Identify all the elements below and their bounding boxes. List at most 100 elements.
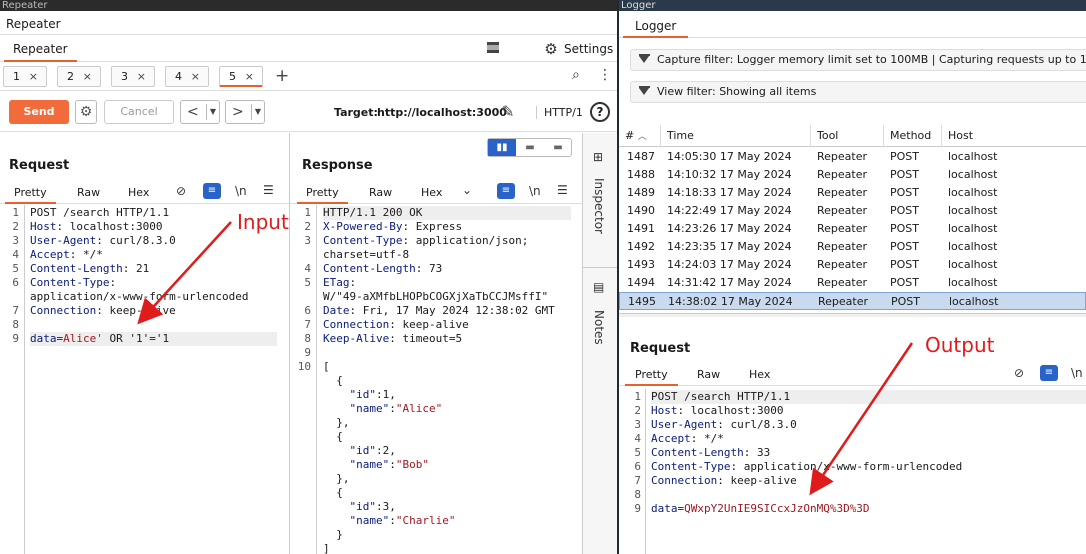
send-button[interactable]: Send bbox=[9, 100, 69, 124]
response-editor[interactable]: HTTP/1.1 200 OK X-Powered-By: Express Cont… bbox=[323, 206, 571, 554]
eye-slash-icon[interactable]: ⊘ bbox=[176, 184, 186, 198]
code-token: : curl/8.3.0 bbox=[96, 234, 176, 247]
menu-icon[interactable]: ☰ bbox=[263, 183, 274, 197]
tool-tab-repeater[interactable]: Repeater bbox=[4, 38, 77, 62]
help-icon[interactable]: ? bbox=[590, 102, 610, 122]
single-view-icon[interactable]: ▬ bbox=[544, 139, 572, 156]
search-icon[interactable]: ⌕ bbox=[572, 67, 580, 83]
close-icon[interactable]: × bbox=[191, 67, 200, 86]
code-token: OR '1'='1 bbox=[102, 332, 170, 345]
response-tab-raw[interactable]: Raw bbox=[369, 184, 392, 202]
menu-icon[interactable]: ☰ bbox=[557, 183, 568, 197]
add-tab-icon[interactable]: + bbox=[275, 66, 289, 86]
request-tab-pretty[interactable]: Pretty bbox=[5, 184, 56, 204]
request-tab-raw[interactable]: Raw bbox=[77, 184, 100, 202]
logger-request-tab-hex[interactable]: Hex bbox=[749, 366, 770, 384]
newline-toggle[interactable]: \n bbox=[1071, 366, 1083, 380]
table-row[interactable]: 1490 14:22:49 17 May 2024 Repeater POST loca… bbox=[619, 202, 1086, 220]
inspector-icon[interactable]: ⊞ bbox=[593, 150, 603, 164]
code-token: POST /search HTTP/1.1 bbox=[651, 390, 791, 403]
close-icon[interactable]: × bbox=[83, 67, 92, 86]
output-annotation: Output bbox=[925, 333, 995, 357]
column-header-id[interactable]: # ︿ bbox=[619, 125, 661, 147]
repeater-tab-5[interactable]: 5 × bbox=[219, 66, 263, 87]
repeater-tab-4[interactable]: 4 × bbox=[165, 66, 209, 87]
table-cell-tool: Repeater bbox=[817, 168, 868, 181]
logger-request-tab-raw[interactable]: Raw bbox=[697, 366, 720, 384]
table-row[interactable]: 1493 14:24:03 17 May 2024 Repeater POST loca… bbox=[619, 256, 1086, 274]
chevron-down-icon[interactable]: ▼ bbox=[250, 104, 261, 120]
table-row[interactable]: 1495 14:38:02 17 May 2024 Repeater POST loca… bbox=[619, 292, 1086, 310]
table-row[interactable]: 1492 14:23:35 17 May 2024 Repeater POST loca… bbox=[619, 238, 1086, 256]
logger-request-editor[interactable]: POST /search HTTP/1.1 Host: localhost:300… bbox=[651, 390, 1086, 516]
code-line: Accept: */* bbox=[651, 432, 1086, 446]
gear-icon[interactable]: ⚙ bbox=[543, 41, 559, 57]
table-row[interactable]: 1491 14:23:26 17 May 2024 Repeater POST loca… bbox=[619, 220, 1086, 238]
response-tab-pretty[interactable]: Pretty bbox=[297, 184, 348, 204]
column-header-tool[interactable]: Tool bbox=[811, 125, 884, 147]
repeater-window: Repeater Repeater Repeater ⚙ Settings 1 ×… bbox=[0, 0, 617, 554]
column-header-host[interactable]: Host bbox=[942, 125, 1086, 147]
code-token: "id" bbox=[349, 388, 377, 401]
layout-switcher[interactable]: ▮▮ ▬ ▬ bbox=[487, 138, 572, 157]
back-button[interactable]: < ▼ bbox=[180, 100, 220, 124]
column-header-method[interactable]: Method bbox=[884, 125, 942, 147]
more-options-icon[interactable]: ⋮ bbox=[598, 67, 612, 83]
code-line: "name":"Alice" bbox=[323, 402, 571, 416]
column-header-time[interactable]: Time bbox=[661, 125, 811, 147]
code-line: "id":1, bbox=[323, 388, 571, 402]
table-row[interactable]: 1494 14:31:42 17 May 2024 Repeater POST loca… bbox=[619, 274, 1086, 292]
forward-button[interactable]: > ▼ bbox=[225, 100, 265, 124]
wrap-lines-icon[interactable]: ≡ bbox=[1040, 365, 1058, 381]
logger-splitter[interactable] bbox=[619, 313, 1086, 317]
send-options-gear-icon[interactable]: ⚙ bbox=[75, 100, 97, 124]
table-cell-time: 14:23:26 17 May 2024 bbox=[667, 222, 792, 235]
layout-icon[interactable] bbox=[487, 42, 499, 53]
line-number bbox=[295, 542, 311, 554]
os-title-bar: Logger bbox=[619, 0, 1086, 11]
response-tab-hex[interactable]: Hex bbox=[421, 184, 442, 202]
notes-icon[interactable]: ▤ bbox=[593, 280, 604, 294]
repeater-tab-1[interactable]: 1 × bbox=[3, 66, 47, 87]
eye-slash-icon[interactable]: ⊘ bbox=[1014, 366, 1024, 380]
repeater-tab-2[interactable]: 2 × bbox=[57, 66, 101, 87]
table-cell-method: POST bbox=[890, 150, 919, 163]
target-url[interactable]: http://localhost:3000 bbox=[377, 106, 507, 119]
chevron-down-icon[interactable]: ⌄ bbox=[462, 183, 472, 197]
repeater-tab-3[interactable]: 3 × bbox=[111, 66, 155, 87]
line-number: 3 bbox=[304, 234, 311, 247]
newline-toggle[interactable]: \n bbox=[529, 184, 541, 198]
request-tab-hex[interactable]: Hex bbox=[128, 184, 149, 202]
inspector-tab[interactable]: Inspector bbox=[592, 178, 606, 234]
table-row[interactable]: 1489 14:18:33 17 May 2024 Repeater POST loca… bbox=[619, 184, 1086, 202]
table-row[interactable]: 1488 14:10:32 17 May 2024 Repeater POST loca… bbox=[619, 166, 1086, 184]
code-token: : application/json; bbox=[402, 234, 529, 247]
code-token: { bbox=[323, 430, 343, 443]
table-cell-tool: Repeater bbox=[818, 295, 869, 308]
capture-filter-bar[interactable]: Capture filter: Logger memory limit set … bbox=[630, 49, 1086, 71]
notes-tab[interactable]: Notes bbox=[592, 310, 606, 345]
table-cell-time: 14:31:42 17 May 2024 bbox=[667, 276, 792, 289]
side-by-side-icon[interactable]: ▮▮ bbox=[488, 139, 516, 156]
wrap-lines-icon[interactable]: ≡ bbox=[203, 183, 221, 199]
table-cell-id: 1492 bbox=[627, 240, 655, 253]
tool-tab-logger[interactable]: Logger bbox=[623, 16, 689, 38]
settings-button[interactable]: Settings bbox=[564, 41, 613, 57]
logger-tabbar: Logger bbox=[619, 12, 1086, 38]
table-row[interactable]: 1487 14:05:30 17 May 2024 Repeater POST loca… bbox=[619, 148, 1086, 166]
view-filter-bar[interactable]: View filter: Showing all items bbox=[630, 81, 1086, 103]
close-icon[interactable]: × bbox=[245, 67, 254, 86]
chevron-down-icon[interactable]: ▼ bbox=[205, 104, 216, 120]
cancel-button[interactable]: Cancel bbox=[104, 100, 174, 124]
newline-toggle[interactable]: \n bbox=[235, 184, 247, 198]
code-token: : Fri, 17 May 2024 12:38:02 GMT bbox=[349, 304, 555, 317]
close-icon[interactable]: × bbox=[29, 67, 38, 86]
code-token: : bbox=[389, 458, 396, 471]
http-version-selector[interactable]: HTTP/1 bbox=[536, 106, 583, 119]
stacked-icon[interactable]: ▬ bbox=[516, 139, 544, 156]
wrap-lines-icon[interactable]: ≡ bbox=[497, 183, 515, 199]
close-icon[interactable]: × bbox=[137, 67, 146, 86]
logger-request-tab-pretty[interactable]: Pretty bbox=[625, 366, 678, 386]
edit-target-pencil-icon[interactable]: ✎ bbox=[501, 102, 514, 121]
